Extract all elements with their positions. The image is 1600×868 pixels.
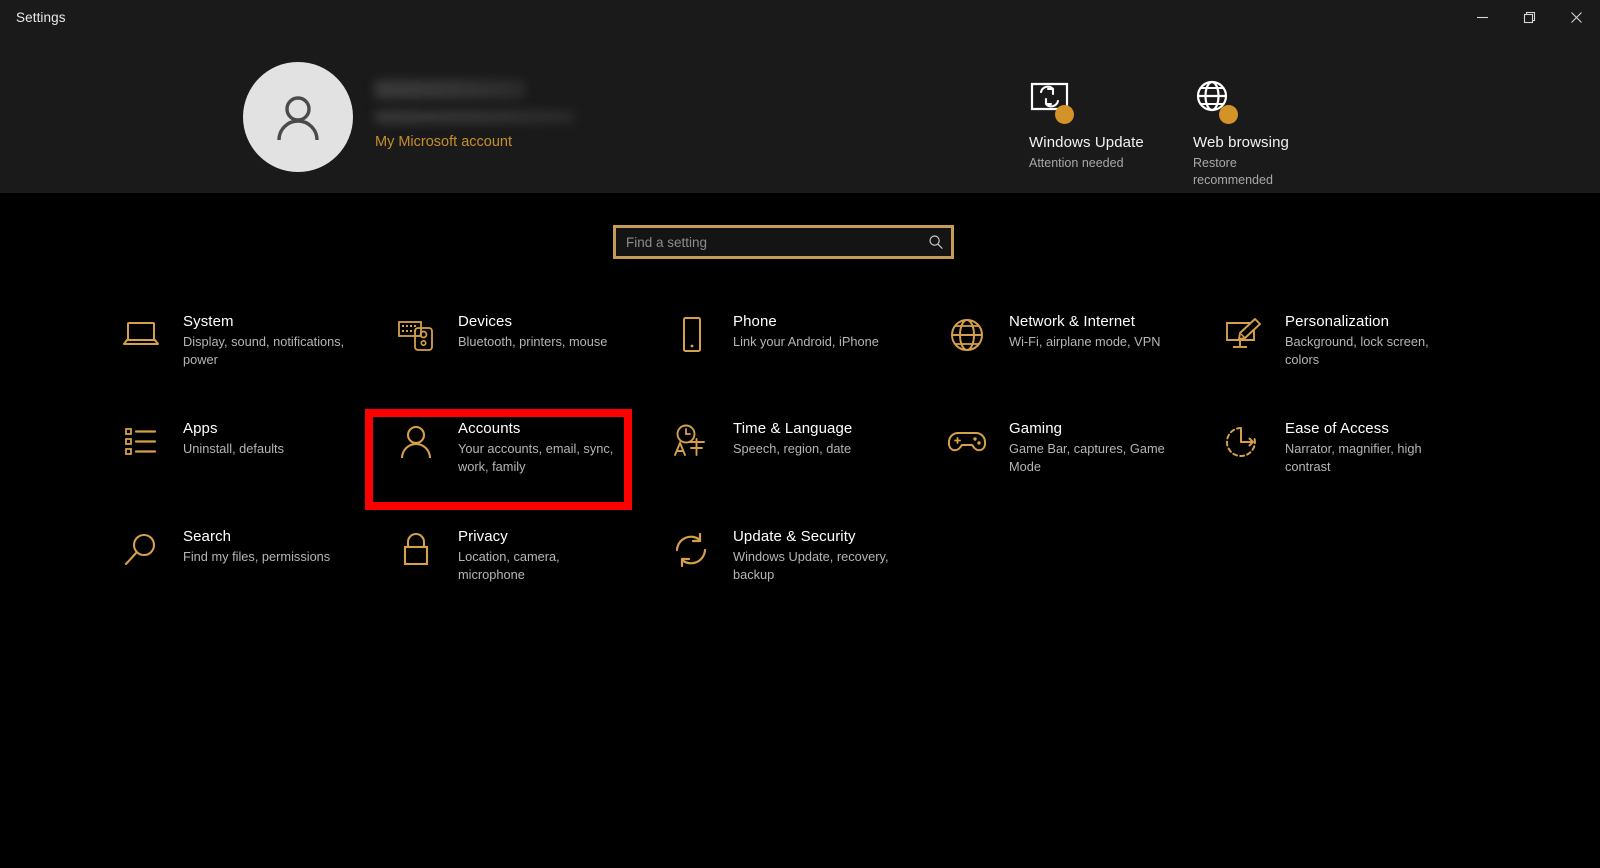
- tile-title: Accounts: [458, 420, 521, 437]
- tile-subtitle: Game Bar, captures, Game Mode: [1009, 441, 1165, 474]
- tile-subtitle: Display, sound, notifications, power: [183, 334, 345, 367]
- header-status-web-browsing[interactable]: Web browsing Restore recommended: [1193, 80, 1298, 189]
- tile-title: Gaming: [1009, 420, 1063, 437]
- tile-title: Personalization: [1285, 313, 1390, 330]
- tile-title: Privacy: [458, 528, 508, 545]
- status-title: Windows Update: [1029, 134, 1144, 151]
- magnifier-icon: [118, 527, 164, 573]
- tile-text: System Display, sound, notifications, po…: [183, 310, 351, 368]
- tile-subtitle: Narrator, magnifier, high contrast: [1285, 441, 1422, 474]
- tile-ease-of-access[interactable]: Ease of Access Narrator, magnifier, high…: [1220, 417, 1490, 475]
- search-box[interactable]: [613, 225, 954, 259]
- tile-text: Phone Link your Android, iPhone: [733, 310, 879, 351]
- globe-icon: [1193, 80, 1241, 124]
- tile-update-security[interactable]: Update & Security Windows Update, recove…: [668, 525, 938, 583]
- tile-subtitle: Uninstall, defaults: [183, 441, 285, 456]
- tile-title: Devices: [458, 313, 513, 330]
- tile-apps[interactable]: Apps Uninstall, defaults: [118, 417, 388, 465]
- avatar[interactable]: [243, 62, 353, 172]
- gamepad-icon: [944, 419, 990, 465]
- close-button[interactable]: [1553, 0, 1600, 34]
- status-subtitle: Attention needed: [1029, 156, 1124, 170]
- account-block[interactable]: My Microsoft account: [243, 62, 575, 172]
- tile-text: Apps Uninstall, defaults: [183, 417, 284, 458]
- tile-subtitle: Location, camera, microphone: [458, 549, 560, 582]
- warning-badge: [1055, 105, 1074, 124]
- tile-title: System: [183, 313, 234, 330]
- tile-text: Ease of Access Narrator, magnifier, high…: [1285, 417, 1453, 475]
- tile-title: Apps: [183, 420, 218, 437]
- account-header: My Microsoft account Windows Update Atte…: [0, 34, 1600, 193]
- tile-privacy[interactable]: Privacy Location, camera, microphone: [393, 525, 663, 583]
- account-email-redacted: [375, 111, 575, 123]
- tile-text: Gaming Game Bar, captures, Game Mode: [1009, 417, 1177, 475]
- clock-language-icon: [668, 419, 714, 465]
- tile-subtitle: Find my files, permissions: [183, 549, 331, 564]
- tile-personalization[interactable]: Personalization Background, lock screen,…: [1220, 310, 1490, 368]
- window-title: Settings: [16, 9, 66, 25]
- search-input[interactable]: [616, 228, 921, 256]
- my-microsoft-account-link[interactable]: My Microsoft account: [375, 134, 575, 150]
- tile-text: Network & Internet Wi-Fi, airplane mode,…: [1009, 310, 1160, 351]
- tile-phone[interactable]: Phone Link your Android, iPhone: [668, 310, 938, 358]
- globe-icon: [944, 312, 990, 358]
- tile-subtitle: Background, lock screen, colors: [1285, 334, 1429, 367]
- tile-subtitle: Bluetooth, printers, mouse: [458, 334, 608, 349]
- warning-badge: [1219, 105, 1238, 124]
- minimize-button[interactable]: [1459, 0, 1506, 34]
- tile-gaming[interactable]: Gaming Game Bar, captures, Game Mode: [944, 417, 1214, 475]
- status-title: Web browsing: [1193, 134, 1289, 151]
- clock-arrow-icon: [1220, 419, 1266, 465]
- tile-accounts[interactable]: Accounts Your accounts, email, sync, wor…: [393, 417, 663, 475]
- lock-icon: [393, 527, 439, 573]
- tile-text: Accounts Your accounts, email, sync, wor…: [458, 417, 626, 475]
- maximize-restore-button[interactable]: [1506, 0, 1553, 34]
- laptop-icon: [118, 312, 164, 358]
- tile-title: Ease of Access: [1285, 420, 1389, 437]
- tile-title: Network & Internet: [1009, 313, 1136, 330]
- tile-system[interactable]: System Display, sound, notifications, po…: [118, 310, 388, 368]
- person-icon: [393, 419, 439, 465]
- keyboard-mouse-icon: [393, 312, 439, 358]
- tile-text: Privacy Location, camera, microphone: [458, 525, 626, 583]
- header-status-windows-update[interactable]: Windows Update Attention needed: [1029, 80, 1144, 172]
- tile-devices[interactable]: Devices Bluetooth, printers, mouse: [393, 310, 663, 358]
- tile-title: Search: [183, 528, 232, 545]
- search-icon[interactable]: [921, 234, 951, 250]
- tile-text: Devices Bluetooth, printers, mouse: [458, 310, 607, 351]
- title-bar: Settings: [0, 0, 1600, 34]
- tile-title: Update & Security: [733, 528, 856, 545]
- tile-text: Time & Language Speech, region, date: [733, 417, 852, 458]
- tile-time-language[interactable]: Time & Language Speech, region, date: [668, 417, 938, 465]
- status-subtitle: Restore recommended: [1193, 156, 1273, 187]
- tile-subtitle: Link your Android, iPhone: [733, 334, 879, 349]
- account-name-redacted: [375, 80, 525, 99]
- tile-text: Update & Security Windows Update, recove…: [733, 525, 901, 583]
- tile-text: Personalization Background, lock screen,…: [1285, 310, 1453, 368]
- tile-text: Search Find my files, permissions: [183, 525, 330, 566]
- tile-title: Time & Language: [733, 420, 853, 437]
- window-controls: [1459, 0, 1600, 34]
- brush-monitor-icon: [1220, 312, 1266, 358]
- tile-network-internet[interactable]: Network & Internet Wi-Fi, airplane mode,…: [944, 310, 1214, 358]
- tile-subtitle: Your accounts, email, sync, work, family: [458, 441, 614, 474]
- account-text: My Microsoft account: [375, 62, 575, 150]
- phone-icon: [668, 312, 714, 358]
- refresh-icon: [668, 527, 714, 573]
- tile-subtitle: Wi-Fi, airplane mode, VPN: [1009, 334, 1161, 349]
- list-icon: [118, 419, 164, 465]
- windows-update-icon: [1029, 80, 1077, 124]
- settings-window: Settings My Microsoft account Windows Up…: [0, 0, 1600, 868]
- tile-search[interactable]: Search Find my files, permissions: [118, 525, 388, 573]
- tile-subtitle: Speech, region, date: [733, 441, 852, 456]
- tile-title: Phone: [733, 313, 777, 330]
- tile-subtitle: Windows Update, recovery, backup: [733, 549, 889, 582]
